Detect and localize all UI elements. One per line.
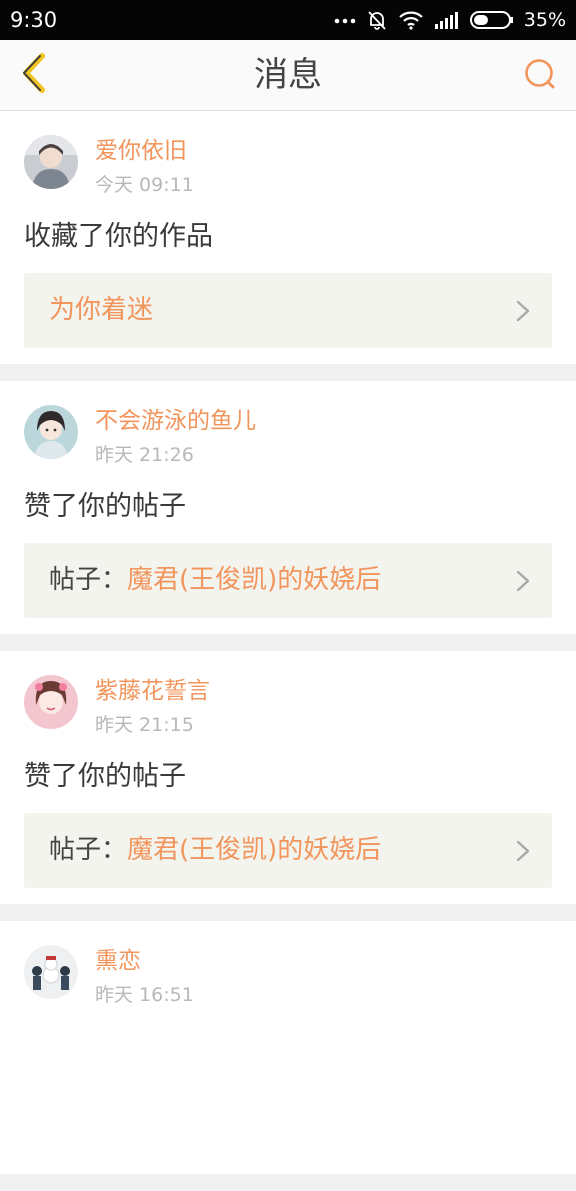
username[interactable]: 熏恋 <box>95 946 141 976</box>
message-list: 爱你依旧 今天 09:11 收藏了你的作品 为你着迷 不会游泳的鱼儿 昨天 21… <box>0 111 576 1191</box>
timestamp: 昨天 16:51 <box>95 984 194 1006</box>
search-button[interactable] <box>520 56 560 96</box>
message-card: 不会游泳的鱼儿 昨天 21:26 赞了你的帖子 帖子：魔君(王俊凯)的妖娆后 <box>0 381 576 634</box>
action-text: 赞了你的帖子 <box>24 761 186 792</box>
battery-icon <box>469 10 514 30</box>
wifi-icon <box>398 10 424 30</box>
timestamp: 今天 09:11 <box>95 174 194 196</box>
target-prefix: 帖子： <box>49 565 128 595</box>
username[interactable]: 不会游泳的鱼儿 <box>95 406 256 436</box>
message-card: 爱你依旧 今天 09:11 收藏了你的作品 为你着迷 <box>0 111 576 364</box>
status-icons: 35% <box>334 7 566 33</box>
more-dots-icon <box>334 16 356 24</box>
avatar[interactable] <box>24 945 78 999</box>
username[interactable]: 爱你依旧 <box>95 136 187 166</box>
status-bar: 9:30 35% <box>0 0 576 40</box>
page-title: 消息 <box>254 55 322 95</box>
search-icon <box>523 57 557 95</box>
target-link[interactable]: 为你着迷 <box>24 273 552 348</box>
avatar[interactable] <box>24 675 78 729</box>
action-text: 收藏了你的作品 <box>24 221 213 252</box>
target-title: 为你着迷 <box>49 295 154 325</box>
target-text: 帖子：魔君(王俊凯)的妖娆后 <box>49 813 381 888</box>
target-text: 为你着迷 <box>49 273 153 348</box>
action-text: 赞了你的帖子 <box>24 491 186 522</box>
target-text: 帖子：魔君(王俊凯)的妖娆后 <box>49 543 381 618</box>
chevron-right-icon <box>516 300 530 322</box>
target-title: 魔君(王俊凯)的妖娆后 <box>127 565 382 595</box>
status-time: 9:30 <box>10 8 58 32</box>
navigation-bar: 消息 <box>0 40 576 111</box>
message-card: 熏恋 昨天 16:51 <box>0 921 576 1174</box>
message-card: 紫藤花誓言 昨天 21:15 赞了你的帖子 帖子：魔君(王俊凯)的妖娆后 <box>0 651 576 904</box>
target-title: 魔君(王俊凯)的妖娆后 <box>127 835 382 865</box>
avatar[interactable] <box>24 135 78 189</box>
timestamp: 昨天 21:26 <box>95 444 194 466</box>
mute-bell-icon <box>366 9 388 31</box>
target-link[interactable]: 帖子：魔君(王俊凯)的妖娆后 <box>24 813 552 888</box>
timestamp: 昨天 21:15 <box>95 714 194 736</box>
signal-icon <box>434 10 460 30</box>
chevron-right-icon <box>516 840 530 862</box>
avatar[interactable] <box>24 405 78 459</box>
battery-percentage: 35% <box>523 9 566 31</box>
chevron-right-icon <box>516 570 530 592</box>
target-link[interactable]: 帖子：魔君(王俊凯)的妖娆后 <box>24 543 552 618</box>
target-prefix: 帖子： <box>49 835 128 865</box>
username[interactable]: 紫藤花誓言 <box>95 676 210 706</box>
